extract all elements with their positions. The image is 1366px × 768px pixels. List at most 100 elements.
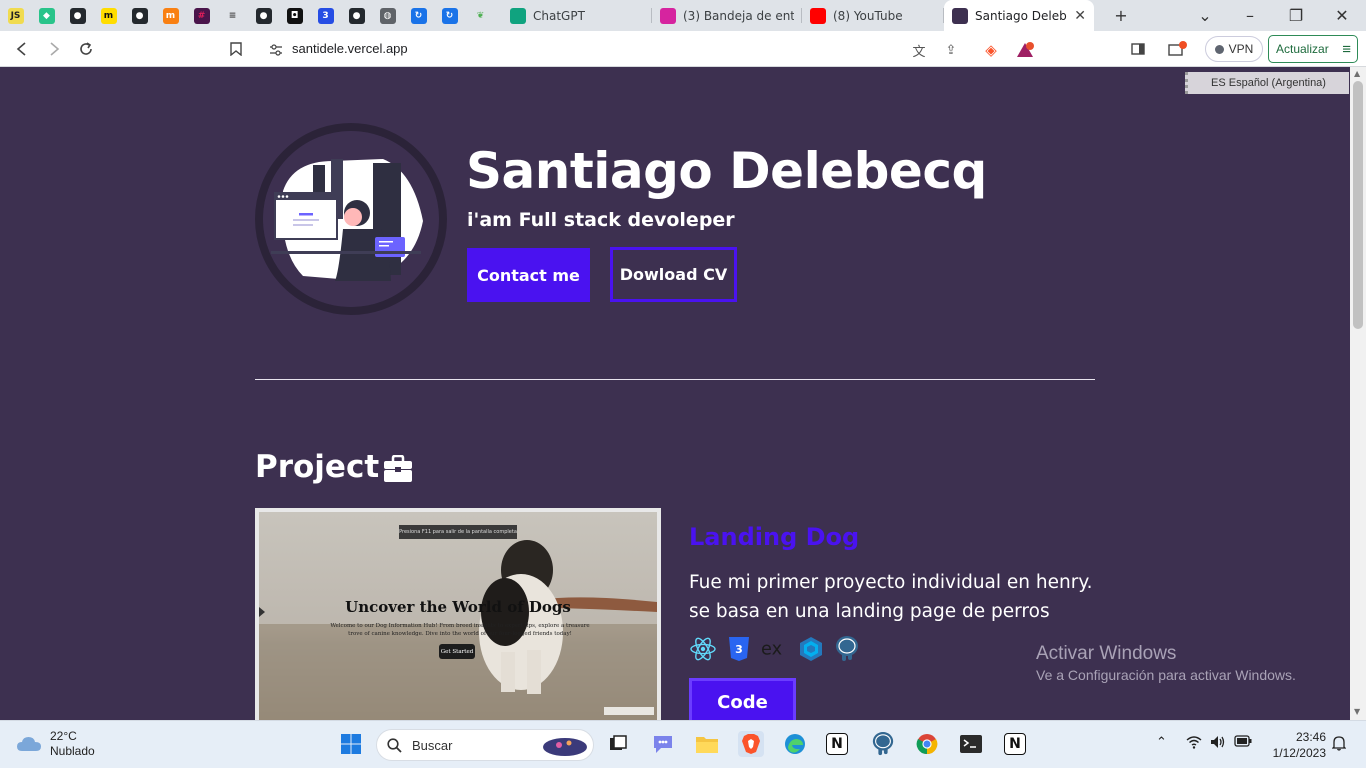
pinned-tab[interactable]: ◍ bbox=[372, 0, 403, 31]
globe-icon: ◍ bbox=[379, 7, 396, 24]
browser-tab[interactable]: (8) YouTube bbox=[802, 0, 944, 31]
scroll-down-icon[interactable]: ▼ bbox=[1354, 707, 1360, 716]
browser-tab[interactable]: (3) Bandeja de entrad bbox=[652, 0, 802, 31]
start-button[interactable] bbox=[338, 731, 364, 757]
contact-me-button[interactable]: Contact me bbox=[467, 248, 590, 302]
menu-icon: ≡ bbox=[1342, 40, 1351, 58]
notifications-icon[interactable] bbox=[1331, 735, 1347, 755]
clock-date: 1/12/2023 bbox=[1272, 746, 1326, 760]
windows-activation-watermark: Activar Windows Ve a Configuración para … bbox=[1036, 643, 1296, 683]
pinned-tab[interactable]: m bbox=[155, 0, 186, 31]
landing-heading: Uncover the World of Dogs bbox=[345, 598, 571, 616]
get-started-button: Get Started bbox=[439, 644, 475, 659]
tech-stack: 3 ex bbox=[689, 635, 861, 663]
pinned-tab[interactable]: ● bbox=[124, 0, 155, 31]
page-scrollbar[interactable]: ▲ ▼ bbox=[1350, 67, 1366, 720]
back-button[interactable] bbox=[10, 37, 34, 61]
brave-shields-icon[interactable]: ◈ bbox=[982, 41, 1000, 59]
minimize-button[interactable]: – bbox=[1230, 0, 1270, 31]
js-icon: JS bbox=[7, 7, 24, 24]
open-tabs: ChatGPT (3) Bandeja de entrad (8) YouTube S… bbox=[502, 0, 1094, 31]
battery-icon[interactable] bbox=[1234, 735, 1252, 751]
tray-overflow-icon[interactable]: ⌃ bbox=[1156, 735, 1167, 750]
url-text: santidele.vercel.app bbox=[292, 41, 408, 56]
chrome-browser-icon[interactable] bbox=[914, 731, 940, 757]
database-icon: ≡ bbox=[224, 7, 241, 24]
address-bar[interactable]: santidele.vercel.app 文 ⇪ ◈ bbox=[258, 35, 1044, 63]
project-preview-image[interactable]: Presiona F11 para salir de la pantalla c… bbox=[255, 508, 661, 720]
task-view-icon[interactable] bbox=[605, 731, 631, 757]
github-icon: ● bbox=[348, 7, 365, 24]
code-button[interactable]: Code bbox=[689, 678, 796, 720]
taskbar-search[interactable]: Buscar bbox=[376, 729, 594, 761]
brave-rewards-icon[interactable] bbox=[1016, 41, 1034, 59]
pinned-tab[interactable]: ↻ bbox=[403, 0, 434, 31]
weather-widget[interactable]: 22°C Nublado bbox=[16, 729, 95, 759]
landing-subtext: Welcome to our Dog Information Hub! From… bbox=[330, 623, 590, 637]
github-icon: ● bbox=[131, 7, 148, 24]
pinned-tab[interactable]: ● bbox=[341, 0, 372, 31]
vpn-status-icon bbox=[1214, 44, 1224, 54]
sidebar-toggle-button[interactable] bbox=[1126, 37, 1150, 61]
tab-strip: JS ◆ ● m ● m # ≡ ● ◘ 3 ● ◍ ↻ ↻ ❦ ChatGPT (3) Bandeja de … bbox=[0, 0, 1366, 31]
download-cv-button[interactable]: Dowload CV bbox=[610, 247, 737, 302]
pinned-tab[interactable]: m bbox=[93, 0, 124, 31]
language-indicator[interactable]: ES Español (Argentina) bbox=[1185, 72, 1349, 94]
pinned-tab[interactable]: ❦ bbox=[465, 0, 496, 31]
cloud-icon bbox=[17, 737, 41, 751]
scrollbar-thumb[interactable] bbox=[1353, 81, 1363, 329]
maximize-button[interactable]: ❐ bbox=[1276, 0, 1316, 31]
scroll-up-icon[interactable]: ▲ bbox=[1354, 69, 1360, 78]
pinned-tab[interactable]: JS bbox=[0, 0, 31, 31]
tab-search-chevron-icon[interactable]: ⌄ bbox=[1185, 0, 1225, 31]
project-title[interactable]: Landing Dog bbox=[689, 523, 859, 551]
fullscreen-hint: Presiona F11 para salir de la pantalla c… bbox=[399, 525, 517, 539]
teams-chat-icon[interactable] bbox=[650, 731, 676, 757]
wallet-button[interactable] bbox=[1166, 37, 1190, 61]
forward-button[interactable] bbox=[42, 37, 66, 61]
brave-browser-icon[interactable] bbox=[738, 731, 764, 757]
pinned-tab[interactable]: # bbox=[186, 0, 217, 31]
postgresql-taskbar-icon[interactable] bbox=[870, 731, 896, 757]
developer-role: i'am Full stack devoleper bbox=[467, 209, 735, 231]
pinned-tab[interactable]: ◆ bbox=[31, 0, 62, 31]
browser-tab[interactable]: ChatGPT bbox=[502, 0, 652, 31]
new-tab-button[interactable]: + bbox=[1101, 0, 1141, 31]
terminal-icon[interactable] bbox=[958, 731, 984, 757]
miro-icon: m bbox=[100, 7, 117, 24]
site-settings-icon[interactable] bbox=[267, 41, 285, 59]
vpn-label: VPN bbox=[1228, 42, 1254, 56]
translate-icon[interactable]: 文 bbox=[910, 41, 928, 60]
pinned-tabs: JS ◆ ● m ● m # ≡ ● ◘ 3 ● ◍ ↻ ↻ ❦ bbox=[0, 0, 496, 31]
reload-button[interactable] bbox=[74, 37, 98, 61]
pinned-tab[interactable]: ● bbox=[248, 0, 279, 31]
pinned-tab[interactable]: 3 bbox=[310, 0, 341, 31]
search-icon bbox=[387, 737, 402, 753]
notion-icon[interactable]: N bbox=[826, 733, 848, 755]
file-explorer-icon[interactable] bbox=[694, 731, 720, 757]
update-label: Actualizar bbox=[1276, 42, 1329, 56]
pinned-tab[interactable]: ◘ bbox=[279, 0, 310, 31]
express-icon: ex bbox=[761, 635, 789, 663]
activation-subtitle: Ve a Configuración para activar Windows. bbox=[1036, 667, 1296, 683]
browser-tab[interactable]: Santiago Delebe ✕ bbox=[944, 0, 1094, 31]
briefcase-icon bbox=[384, 455, 412, 482]
reload-icon bbox=[80, 42, 92, 55]
update-button[interactable]: Actualizar ≡ bbox=[1268, 35, 1358, 63]
system-clock[interactable]: 23:46 1/12/2023 bbox=[1262, 729, 1326, 761]
pinned-tab[interactable]: ≡ bbox=[217, 0, 248, 31]
wifi-icon[interactable] bbox=[1186, 735, 1202, 753]
search-placeholder: Buscar bbox=[412, 737, 453, 753]
share-icon[interactable]: ⇪ bbox=[942, 41, 960, 59]
bookmark-button[interactable] bbox=[224, 37, 248, 61]
vpn-button[interactable]: VPN bbox=[1205, 36, 1263, 62]
search-highlight-icon bbox=[543, 738, 587, 756]
pinned-tab[interactable]: ↻ bbox=[434, 0, 465, 31]
pinned-tab[interactable]: ● bbox=[62, 0, 93, 31]
notion-icon[interactable]: N bbox=[1004, 733, 1026, 755]
volume-icon[interactable] bbox=[1210, 735, 1226, 753]
close-tab-icon[interactable]: ✕ bbox=[1074, 8, 1086, 24]
instagram-icon bbox=[660, 7, 676, 24]
edge-browser-icon[interactable] bbox=[782, 731, 808, 757]
close-window-button[interactable]: ✕ bbox=[1322, 0, 1362, 31]
